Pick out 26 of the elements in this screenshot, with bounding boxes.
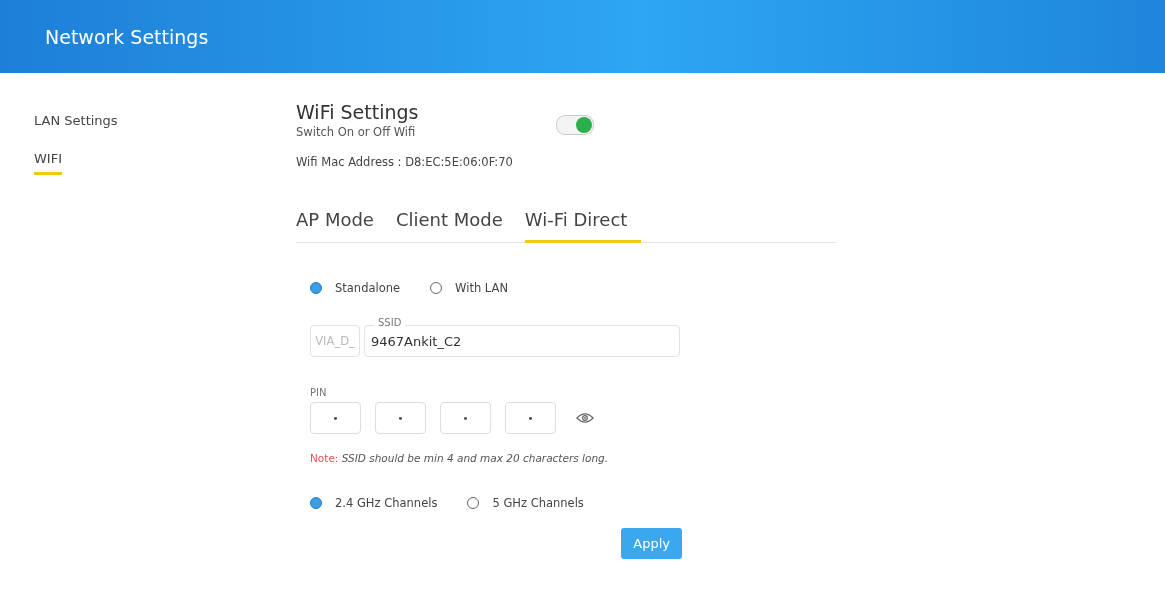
ssid-field[interactable]: 9467Ankit_C2 <box>364 325 680 357</box>
wifi-toggle[interactable] <box>556 115 594 135</box>
page-title: Network Settings <box>45 25 209 48</box>
radio-label: 2.4 GHz Channels <box>335 496 438 510</box>
section-title: WiFi Settings <box>296 101 420 123</box>
note-text: Note: SSID should be min 4 and max 20 characters long. <box>310 452 610 464</box>
radio-button[interactable] <box>310 497 322 509</box>
mac-address: Wifi Mac Address : D8:EC:5E:06:0F:70 <box>296 155 514 169</box>
radio-label: Standalone <box>335 281 401 295</box>
radio-button[interactable] <box>310 282 322 294</box>
pin-digit-field[interactable]: • <box>375 402 426 434</box>
tab[interactable]: AP Mode <box>296 209 374 243</box>
pin-digit-field[interactable]: • <box>310 402 361 434</box>
sidebar-item[interactable]: WIFI <box>34 151 62 175</box>
pin-digit-field[interactable]: • <box>505 402 556 434</box>
radio-label: 5 GHz Channels <box>492 496 584 510</box>
ssid-prefix-field: VIA_D_ <box>310 325 360 357</box>
eye-icon[interactable] <box>576 412 594 424</box>
tab[interactable]: Wi-Fi Direct <box>524 209 642 243</box>
sidebar-item[interactable]: LAN Settings <box>34 113 118 137</box>
ssid-label: SSID <box>374 317 406 328</box>
pin-digit-field[interactable]: • <box>440 402 491 434</box>
pin-label: PIN <box>310 387 328 398</box>
tab[interactable]: Client Mode <box>395 209 503 243</box>
section-subtitle: Switch On or Off Wifi <box>296 125 417 139</box>
radio-label: With LAN <box>455 281 508 295</box>
